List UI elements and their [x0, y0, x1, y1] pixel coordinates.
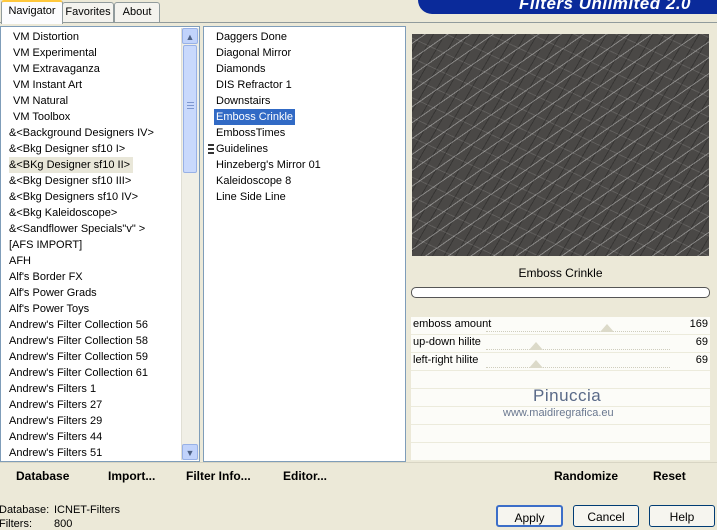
param-value: 69	[695, 354, 708, 366]
param-row[interactable]: left-right hilite 69	[411, 353, 710, 371]
filter-item[interactable]: Kaleidoscope 8	[216, 173, 401, 189]
scroll-up-button[interactable]: ▲	[182, 28, 198, 44]
category-item[interactable]: Andrew's Filters 29	[9, 413, 181, 429]
filter-item[interactable]: Downstairs	[216, 93, 401, 109]
filter-item[interactable]: Daggers Done	[216, 29, 401, 45]
filter-item[interactable]: Line Side Line	[216, 189, 401, 205]
category-item[interactable]: AFH	[9, 253, 181, 269]
category-item[interactable]: &<Sandflower Specials"v" >	[9, 221, 181, 237]
tab-about-label: About	[122, 6, 152, 18]
category-item[interactable]: [AFS IMPORT]	[9, 237, 181, 253]
filter-info-button[interactable]: Filter Info...	[186, 467, 251, 485]
splitter-grip-icon	[208, 144, 214, 154]
preview-image	[412, 34, 709, 256]
apply-button[interactable]: Apply	[496, 505, 563, 527]
tab-favorites[interactable]: Favorites	[62, 2, 114, 22]
category-item[interactable]: VM Extravaganza	[9, 61, 181, 77]
filters-count-label: Filters:	[0, 518, 32, 530]
category-item[interactable]: VM Toolbox	[9, 109, 181, 125]
reset-button[interactable]: Reset	[653, 467, 686, 485]
banner-title: Filters Unlimited 2.0	[518, 0, 691, 13]
category-item[interactable]: VM Experimental	[9, 45, 181, 61]
filter-items: Daggers Done Diagonal Mirror Diamonds DIS R…	[214, 29, 401, 205]
category-item[interactable]: Alf's Power Grads	[9, 285, 181, 301]
filter-item[interactable]: Emboss Crinkle	[214, 109, 296, 125]
category-item[interactable]: &<Bkg Kaleidoscope>	[9, 205, 181, 221]
filter-item[interactable]: DIS Refractor 1	[216, 77, 401, 93]
param-slider-track[interactable]	[486, 337, 670, 350]
category-item[interactable]: &<Bkg Designer sf10 I>	[9, 141, 181, 157]
category-item[interactable]: Andrew's Filters 1	[9, 381, 181, 397]
param-label: emboss amount	[413, 318, 492, 330]
category-item[interactable]: Andrew's Filter Collection 61	[9, 365, 181, 381]
category-item[interactable]: &<Bkg Designer sf10 III>	[9, 173, 181, 189]
category-item[interactable]: &<Background Designers IV>	[9, 125, 181, 141]
param-slider-handle[interactable]	[528, 360, 543, 368]
database-value: ICNET-Filters	[54, 504, 120, 516]
scroll-down-button[interactable]: ▼	[182, 444, 198, 460]
category-item[interactable]: Andrew's Filters 51	[9, 445, 181, 461]
progress-bar	[411, 287, 710, 298]
param-row[interactable]: emboss amount 169	[411, 317, 710, 335]
randomize-button[interactable]: Randomize	[554, 467, 618, 485]
category-item[interactable]: Andrew's Filter Collection 58	[9, 333, 181, 349]
category-item[interactable]: Andrew's Filters 44	[9, 429, 181, 445]
param-slider-track[interactable]	[486, 319, 670, 332]
param-value: 69	[695, 336, 708, 348]
category-item[interactable]: Alf's Border FX	[9, 269, 181, 285]
database-button[interactable]: Database	[16, 467, 69, 485]
filter-item[interactable]: Hinzeberg's Mirror 01	[216, 157, 401, 173]
category-scrollbar[interactable]: ▲ ▼	[181, 28, 199, 460]
filter-item[interactable]: Diagonal Mirror	[216, 45, 401, 61]
filter-item[interactable]: EmbossTimes	[216, 125, 401, 141]
help-button[interactable]: Help	[649, 505, 715, 527]
import-button[interactable]: Import...	[108, 467, 155, 485]
category-item[interactable]: VM Instant Art	[9, 77, 181, 93]
category-list[interactable]: VM Distortion VM Experimental VM Extravaga…	[0, 26, 200, 462]
database-label: Database:	[0, 504, 50, 516]
filter-item[interactable]: Guidelines	[216, 141, 401, 157]
param-label: left-right hilite	[413, 354, 479, 366]
tab-divider	[0, 22, 717, 23]
param-slider-track[interactable]	[486, 355, 670, 368]
tab-favorites-label: Favorites	[65, 6, 111, 18]
category-item[interactable]: VM Distortion	[9, 29, 181, 45]
category-items: VM Distortion VM Experimental VM Extravaga…	[9, 29, 181, 461]
banner: Filters Unlimited 2.0	[418, 0, 717, 14]
category-item[interactable]: Andrew's Filter Collection 59	[9, 349, 181, 365]
tab-navigator-label: Navigator	[8, 5, 56, 17]
category-item[interactable]: &<BKg Designer sf10 II>	[9, 157, 134, 173]
param-value: 169	[689, 318, 708, 330]
category-item[interactable]: Andrew's Filter Collection 56	[9, 317, 181, 333]
filter-item[interactable]: Diamonds	[216, 61, 401, 77]
scroll-thumb[interactable]	[183, 45, 197, 173]
category-item[interactable]: Andrew's Filters 27	[9, 397, 181, 413]
filters-count-value: 800	[54, 518, 73, 530]
category-item[interactable]: Alf's Power Toys	[9, 301, 181, 317]
category-item[interactable]: VM Natural	[9, 93, 181, 109]
filter-name-label: Emboss Crinkle	[518, 266, 603, 280]
param-label: up-down hilite	[413, 336, 481, 348]
cancel-button[interactable]: Cancel	[573, 505, 639, 527]
tab-navigator[interactable]: Navigator	[1, 0, 63, 24]
editor-button[interactable]: Editor...	[283, 467, 327, 485]
watermark-url: www.maidiregrafica.eu	[503, 407, 614, 419]
watermark-title: Pinuccia	[533, 386, 602, 405]
param-row[interactable]: up-down hilite 69	[411, 335, 710, 353]
param-row-empty	[411, 425, 710, 443]
category-item[interactable]: &<Bkg Designers sf10 IV>	[9, 189, 181, 205]
param-slider-handle[interactable]	[528, 342, 543, 350]
param-row-empty	[411, 443, 710, 461]
param-slider-handle[interactable]	[600, 324, 615, 332]
tab-about[interactable]: About	[114, 2, 160, 22]
filter-list[interactable]: Daggers Done Diagonal Mirror Diamonds DIS R…	[203, 26, 406, 462]
